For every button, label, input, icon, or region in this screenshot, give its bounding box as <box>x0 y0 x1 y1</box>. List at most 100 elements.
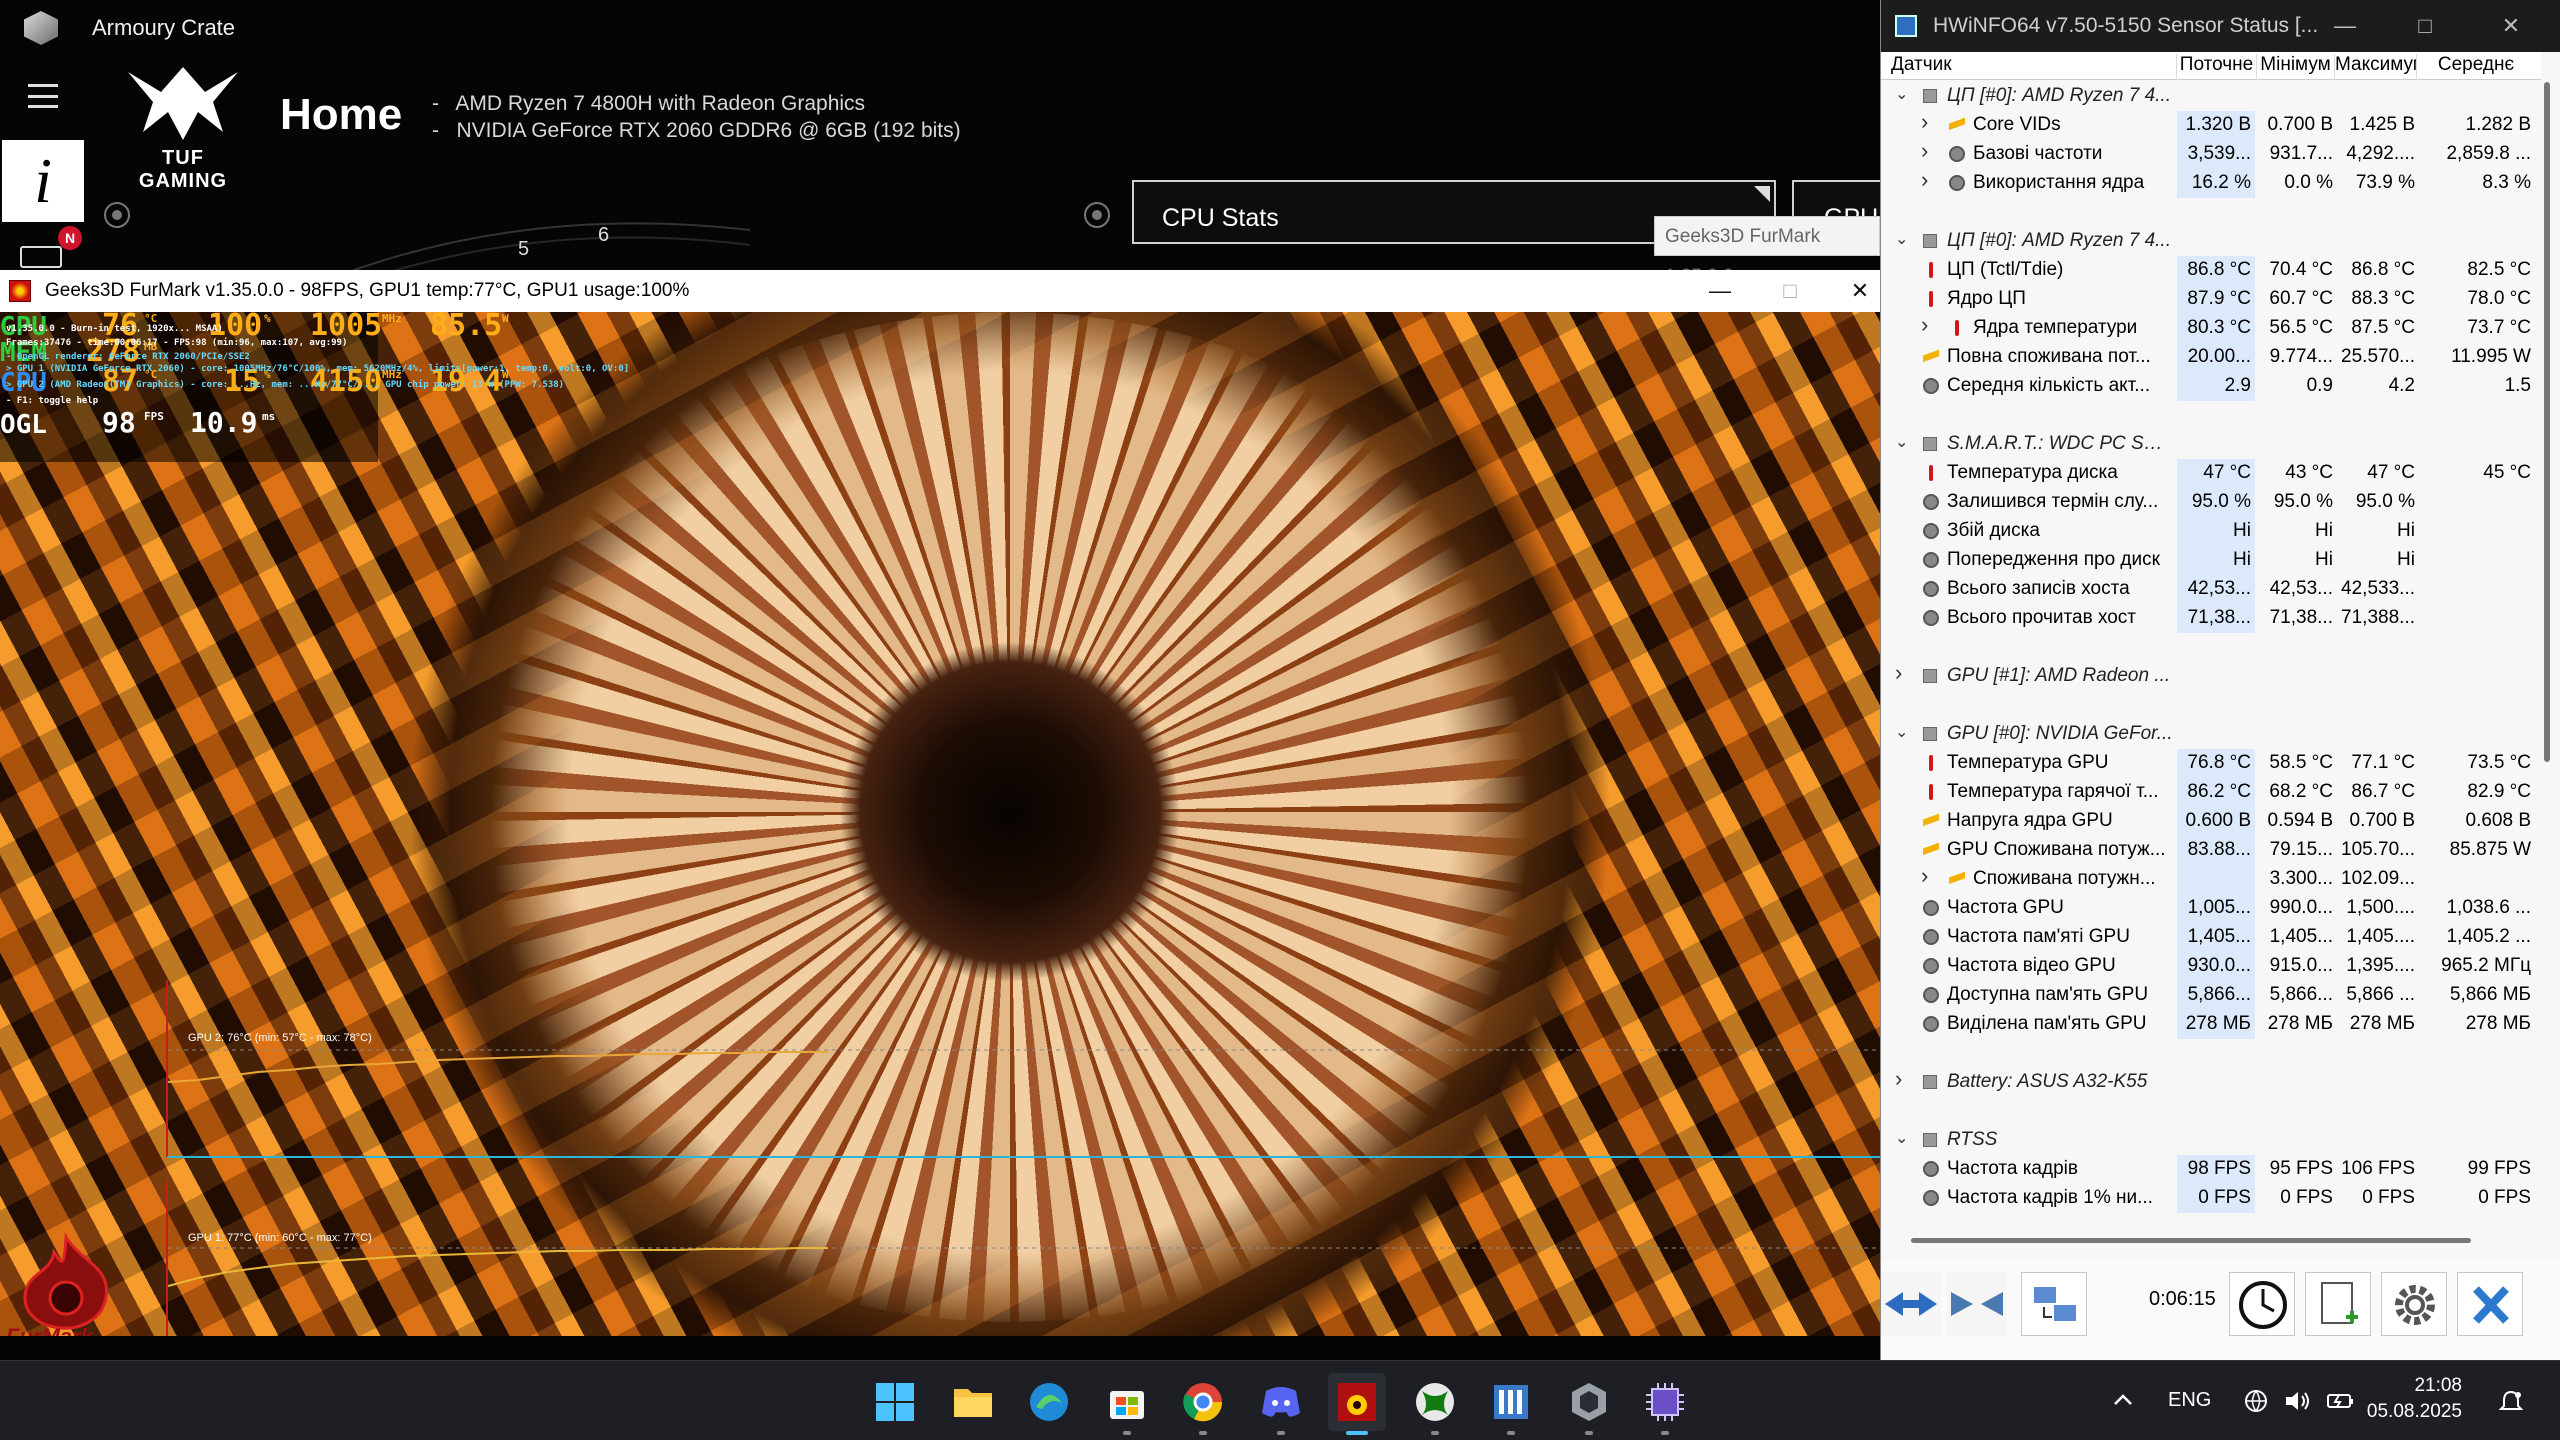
furmark-flame-icon <box>23 1232 108 1330</box>
sensor-value-cur: 2.9 <box>2177 372 2255 401</box>
column-header-min[interactable]: Мінімум <box>2257 54 2335 80</box>
sensor-row[interactable]: Температура гарячої т... 86.2 °C 68.2 °C 86… <box>1881 778 2541 807</box>
keyboard-icon[interactable] <box>20 246 62 268</box>
chevron-right-icon[interactable]: › <box>1921 109 1935 135</box>
battery-charging-icon[interactable] <box>2326 1389 2354 1413</box>
sensor-row[interactable]: Температура диска 47 °C 43 °C 47 °C 45 °C <box>1881 459 2541 488</box>
sensor-row[interactable]: Середня кількість акт... 2.9 0.9 4.2 1.5 <box>1881 372 2541 401</box>
chevron-down-icon[interactable]: ⌄ <box>1895 1128 1909 1148</box>
vertical-scrollbar[interactable] <box>2542 82 2552 1222</box>
taskbar-cpu-tool[interactable] <box>1636 1373 1694 1435</box>
sensor-row[interactable]: Виділена пам'ять GPU 278 МБ 278 МБ 278 МБ 27… <box>1881 1010 2541 1039</box>
collapse-all-button[interactable] <box>1947 1272 2007 1336</box>
sensor-row[interactable]: Напруга ядра GPU 0.600 В 0.594 В 0.700 В 0.6… <box>1881 807 2541 836</box>
sensor-row[interactable]: › Споживана потужн... 3.300... 102.09... <box>1881 863 2541 894</box>
sensor-value-max: 1,395.... <box>2346 955 2415 976</box>
column-header-current[interactable]: Поточне <box>2177 54 2257 80</box>
sensor-row[interactable]: › Ядра температури 80.3 °C 56.5 °C 87.5 °C 73… <box>1881 312 2541 343</box>
furmark-titlebar[interactable]: Geeks3D FurMark v1.35.0.0 - 98FPS, GPU1 … <box>0 270 1894 312</box>
network-button[interactable] <box>2021 1272 2087 1336</box>
taskbar-edge[interactable] <box>1020 1373 1078 1431</box>
clock[interactable]: 21:08 05.08.2025 <box>2362 1373 2462 1425</box>
gauge-number: 6 <box>598 224 610 246</box>
page-title: Home <box>280 90 403 139</box>
sensor-row[interactable]: Частота GPU 1,005... 990.0... 1,500.... 1,03… <box>1881 894 2541 923</box>
logging-button[interactable] <box>2305 1272 2371 1336</box>
notification-bell-icon[interactable] <box>2498 1389 2524 1415</box>
sensor-name: Ядра температури <box>1973 317 2138 338</box>
sensor-row[interactable]: Попередження про диск Ні Ні Ні <box>1881 546 2541 575</box>
info-icon[interactable]: i <box>2 140 84 222</box>
taskbar-xbox[interactable] <box>1406 1373 1464 1435</box>
network-globe-icon[interactable] <box>2244 1389 2268 1413</box>
sensor-row[interactable]: › Базові частоти 3,539... 931.7... 4,292....… <box>1881 138 2541 169</box>
chevron-down-icon[interactable]: ⌄ <box>1895 432 1909 452</box>
sensor-row[interactable]: Залишився термін слу... 95.0 % 95.0 % 95.0 … <box>1881 488 2541 517</box>
expand-all-button[interactable] <box>1881 1272 1941 1336</box>
reset-timer-button[interactable] <box>2229 1272 2295 1336</box>
hwinfo-titlebar[interactable]: HWiNFO64 v7.50-5150 Sensor Status [... —… <box>1881 0 2560 52</box>
sensor-group-row[interactable]: ⌄ ЦП [#0]: AMD Ryzen 7 4... <box>1881 227 2541 256</box>
chevron-right-icon[interactable]: › <box>1921 312 1935 338</box>
sensor-row[interactable]: Частота пам'яті GPU 1,405... 1,405... 1,405… <box>1881 923 2541 952</box>
chevron-down-icon[interactable]: ⌄ <box>1895 229 1909 249</box>
menu-hamburger-icon[interactable] <box>28 84 58 108</box>
settings-button[interactable] <box>2381 1272 2447 1336</box>
sensor-row[interactable]: Температура GPU 76.8 °C 58.5 °C 77.1 °C 73.5… <box>1881 749 2541 778</box>
sensor-row[interactable]: Всього прочитав хост 71,38... 71,38... 71,3… <box>1881 604 2541 633</box>
minimize-button[interactable]: — <box>1690 270 1750 312</box>
sensor-name: GPU Споживана потуж... <box>1947 839 2166 860</box>
sensor-row[interactable]: Всього записів хоста 42,53... 42,53... 42,5… <box>1881 575 2541 604</box>
sensor-value-cur: 1,005... <box>2177 894 2255 923</box>
sensor-row[interactable]: Доступна пам'ять GPU 5,866... 5,866... 5,86… <box>1881 981 2541 1010</box>
osd-frametime: 10.9 <box>190 406 258 439</box>
column-header-sensor[interactable]: Датчик <box>1891 54 2177 80</box>
furmark-logo: FurMark <box>6 1232 156 1336</box>
language-indicator[interactable]: ENG <box>2168 1389 2211 1412</box>
sensor-group-row[interactable]: › Battery: ASUS A32-K55 <box>1881 1066 2541 1097</box>
chevron-right-icon[interactable]: › <box>1895 660 1909 686</box>
chevron-up-icon[interactable] <box>2112 1389 2134 1411</box>
chevron-down-icon[interactable]: ⌄ <box>1895 84 1909 104</box>
sensor-row[interactable]: › Використання ядра 16.2 % 0.0 % 73.9 % 8.3 % <box>1881 167 2541 198</box>
chevron-right-icon[interactable]: › <box>1921 167 1935 193</box>
taskbar-chrome[interactable] <box>1174 1373 1232 1435</box>
minimize-button[interactable]: — <box>2305 0 2385 52</box>
sensor-row[interactable]: Частота кадрів 98 FPS 95 FPS 106 FPS 99 FPS <box>1881 1155 2541 1184</box>
sensor-value-avg: 8.3 % <box>2482 172 2531 193</box>
sensor-row[interactable]: GPU Споживана потуж... 83.88... 79.15... 10… <box>1881 836 2541 865</box>
chevron-right-icon[interactable]: › <box>1895 1066 1909 1092</box>
sensor-row[interactable]: Повна споживана пот... 20.00... 9.774... 25… <box>1881 343 2541 372</box>
exit-button[interactable] <box>2457 1272 2523 1336</box>
maximize-button[interactable]: □ <box>1760 270 1820 312</box>
chevron-right-icon[interactable]: › <box>1921 138 1935 164</box>
taskbar-discord[interactable] <box>1252 1373 1310 1435</box>
sensor-group-row[interactable]: ⌄ S.M.A.R.T.: WDC PC SN5... <box>1881 430 2541 459</box>
chevron-right-icon[interactable]: › <box>1921 863 1935 889</box>
sensor-row[interactable]: Ядро ЦП 87.9 °C 60.7 °C 88.3 °C 78.0 °C <box>1881 285 2541 314</box>
sensor-row[interactable]: Частота кадрів 1% ни... 0 FPS 0 FPS 0 FPS 0 … <box>1881 1184 2541 1213</box>
sensor-row[interactable]: Частота відео GPU 930.0... 915.0... 1,395..… <box>1881 952 2541 981</box>
sensor-row[interactable]: ЦП (Tctl/Tdie) 86.8 °C 70.4 °C 86.8 °C 82.5 … <box>1881 256 2541 285</box>
sensor-group-row[interactable]: › GPU [#1]: AMD Radeon ... <box>1881 660 2541 691</box>
sensor-value-avg: 1,405.2 ... <box>2446 926 2531 947</box>
close-button[interactable]: ✕ <box>2471 0 2551 52</box>
column-header-max[interactable]: Максимум <box>2335 54 2417 80</box>
taskbar-store[interactable] <box>1098 1373 1156 1435</box>
sensor-group-row[interactable]: ⌄ GPU [#0]: NVIDIA GeFor... <box>1881 720 2541 749</box>
maximize-button[interactable]: □ <box>2385 0 2465 52</box>
column-header-average[interactable]: Середнє <box>2417 54 2535 80</box>
sensor-group-row[interactable]: ⌄ ЦП [#0]: AMD Ryzen 7 4... <box>1881 82 2541 111</box>
chevron-down-icon[interactable]: ⌄ <box>1895 722 1909 742</box>
sensor-group-row[interactable]: ⌄ RTSS <box>1881 1126 2541 1155</box>
sensor-row[interactable]: Збій диска Ні Ні Ні <box>1881 517 2541 546</box>
taskbar-furmark[interactable] <box>1328 1373 1386 1435</box>
taskbar-start-button[interactable] <box>866 1373 924 1431</box>
taskbar-armoury-crate[interactable] <box>1560 1373 1618 1435</box>
volume-icon[interactable] <box>2284 1389 2310 1413</box>
taskbar-file-explorer[interactable] <box>944 1373 1002 1431</box>
sensor-value-cur: 20.00... <box>2177 343 2255 372</box>
horizontal-scrollbar[interactable] <box>1911 1236 2511 1244</box>
sensor-row[interactable]: › Core VIDs 1.320 В 0.700 В 1.425 В 1.282 В <box>1881 109 2541 140</box>
taskbar-hwinfo[interactable] <box>1482 1373 1540 1435</box>
